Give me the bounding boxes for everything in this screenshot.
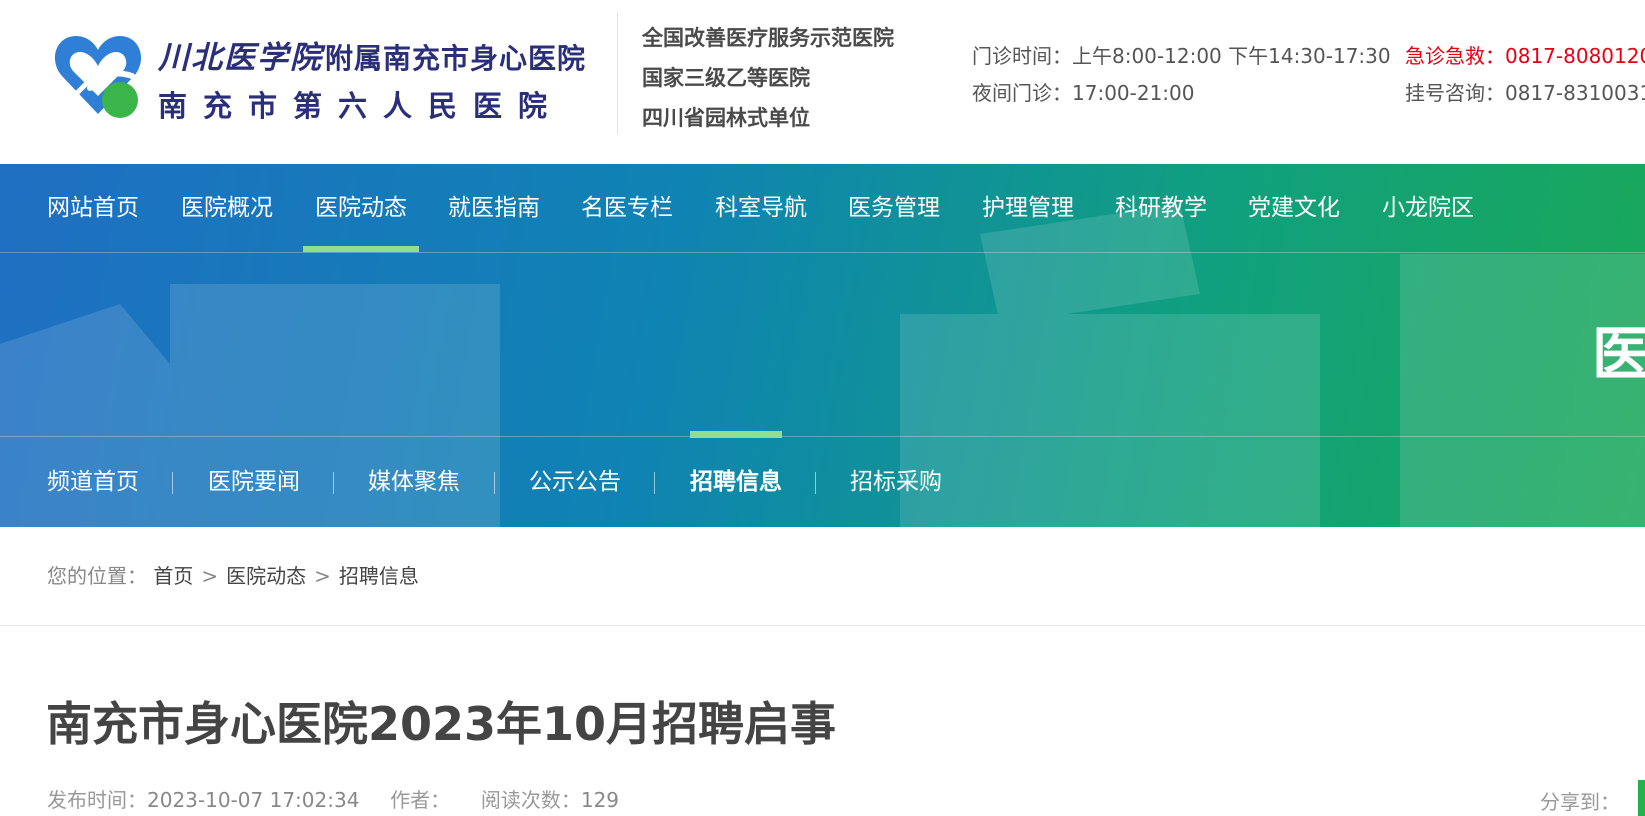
contact-info: 急诊急救：0817-8080120 挂号咨询：0817-8310031 bbox=[1405, 38, 1645, 112]
clinic-hours: 门诊时间：上午8:00-12:00 下午14:30-17:30 夜间门诊：17:… bbox=[972, 38, 1391, 112]
subnav-separator bbox=[172, 472, 173, 494]
article-meta: 发布时间：2023-10-07 17:02:34 作者： 阅读次数：129 bbox=[47, 784, 619, 813]
night-clinic-value: 17:00-21:00 bbox=[1072, 81, 1195, 105]
outpatient-hours-label: 门诊时间： bbox=[972, 44, 1072, 68]
emergency-phone[interactable]: 0817-8080120 bbox=[1505, 44, 1645, 68]
honor-item: 国家三级乙等医院 bbox=[642, 66, 810, 90]
nav-item-overview[interactable]: 医院概况 bbox=[181, 164, 273, 252]
site-header: 川北医学院 附属南充市身心医院 南充市第六人民医院 全国改善医疗服务示范医院 国… bbox=[0, 0, 1645, 164]
header-divider bbox=[617, 12, 618, 134]
logo-text[interactable]: 川北医学院 附属南充市身心医院 南充市第六人民医院 bbox=[158, 32, 586, 125]
article-title: 南充市身心医院2023年10月招聘启事 bbox=[46, 697, 837, 751]
subnav-item-recruitment[interactable]: 招聘信息 bbox=[690, 431, 782, 527]
hospital-honors: 全国改善医疗服务示范医院 国家三级乙等医院 四川省园林式单位 bbox=[642, 18, 894, 138]
breadcrumb-separator: > bbox=[314, 564, 331, 588]
emergency-label: 急诊急救： bbox=[1405, 44, 1505, 68]
nav-item-nursing[interactable]: 护理管理 bbox=[982, 164, 1074, 252]
subnav-item-announcements[interactable]: 公示公告 bbox=[529, 437, 621, 527]
nav-item-research[interactable]: 科研教学 bbox=[1115, 164, 1207, 252]
logo-college-name: 川北医学院 bbox=[158, 40, 323, 76]
nav-item-departments[interactable]: 科室导航 bbox=[715, 164, 807, 252]
subnav-separator bbox=[815, 472, 816, 494]
hospital-logo-icon[interactable] bbox=[50, 26, 146, 122]
subnav-item-hospital-news[interactable]: 医院要闻 bbox=[208, 437, 300, 527]
view-count-label: 阅读次数： bbox=[480, 788, 581, 812]
registration-label: 挂号咨询： bbox=[1405, 81, 1505, 105]
nav-item-party-culture[interactable]: 党建文化 bbox=[1248, 164, 1340, 252]
breadcrumb-news[interactable]: 医院动态 bbox=[226, 564, 306, 588]
honor-item: 四川省园林式单位 bbox=[642, 106, 810, 130]
banner-heading: 医 bbox=[1592, 320, 1645, 388]
author-label: 作者： bbox=[390, 788, 451, 812]
outpatient-hours-value: 上午8:00-12:00 下午14:30-17:30 bbox=[1072, 44, 1391, 68]
publish-time-value: 2023-10-07 17:02:34 bbox=[147, 788, 360, 812]
logo-hospital-name: 南充市第六人民医院 bbox=[158, 89, 564, 123]
breadcrumb-label: 您的位置： bbox=[47, 564, 147, 588]
breadcrumb-recruitment[interactable]: 招聘信息 bbox=[339, 564, 419, 588]
breadcrumb-divider bbox=[0, 625, 1645, 626]
nav-item-guide[interactable]: 就医指南 bbox=[448, 164, 540, 252]
registration-phone[interactable]: 0817-8310031 bbox=[1505, 81, 1645, 105]
honor-item: 全国改善医疗服务示范医院 bbox=[642, 26, 894, 50]
subnav-item-media-focus[interactable]: 媒体聚焦 bbox=[368, 437, 460, 527]
subnav-item-procurement[interactable]: 招标采购 bbox=[850, 437, 942, 527]
subnav-separator bbox=[494, 472, 495, 494]
nav-item-medical-affairs[interactable]: 医务管理 bbox=[848, 164, 940, 252]
view-count-value: 129 bbox=[580, 788, 620, 812]
nav-item-news[interactable]: 医院动态 bbox=[303, 164, 419, 252]
share-wechat-icon[interactable] bbox=[1638, 780, 1645, 816]
nav-item-xiaolong-campus[interactable]: 小龙院区 bbox=[1382, 164, 1474, 252]
subnav-separator bbox=[654, 472, 655, 494]
publish-time-label: 发布时间： bbox=[47, 788, 147, 812]
nav-item-home[interactable]: 网站首页 bbox=[47, 164, 139, 252]
nav-item-doctors[interactable]: 名医专栏 bbox=[581, 164, 673, 252]
subnav-item-channel-home[interactable]: 频道首页 bbox=[47, 437, 139, 527]
breadcrumb: 您的位置： 首页 > 医院动态 > 招聘信息 bbox=[47, 560, 419, 589]
channel-subnav: 频道首页 医院要闻 媒体聚焦 公示公告 招聘信息 招标采购 bbox=[0, 431, 1645, 527]
night-clinic-label: 夜间门诊： bbox=[972, 81, 1072, 105]
subnav-separator bbox=[333, 472, 334, 494]
breadcrumb-home[interactable]: 首页 bbox=[153, 564, 193, 588]
logo-affiliated-name: 附属南充市身心医院 bbox=[325, 42, 587, 75]
breadcrumb-separator: > bbox=[201, 564, 219, 588]
share-label: 分享到： bbox=[1540, 790, 1620, 814]
channel-banner: 网站首页 医院概况 医院动态 就医指南 名医专栏 科室导航 医务管理 护理管理 … bbox=[0, 164, 1645, 527]
main-navigation: 网站首页 医院概况 医院动态 就医指南 名医专栏 科室导航 医务管理 护理管理 … bbox=[0, 164, 1645, 253]
